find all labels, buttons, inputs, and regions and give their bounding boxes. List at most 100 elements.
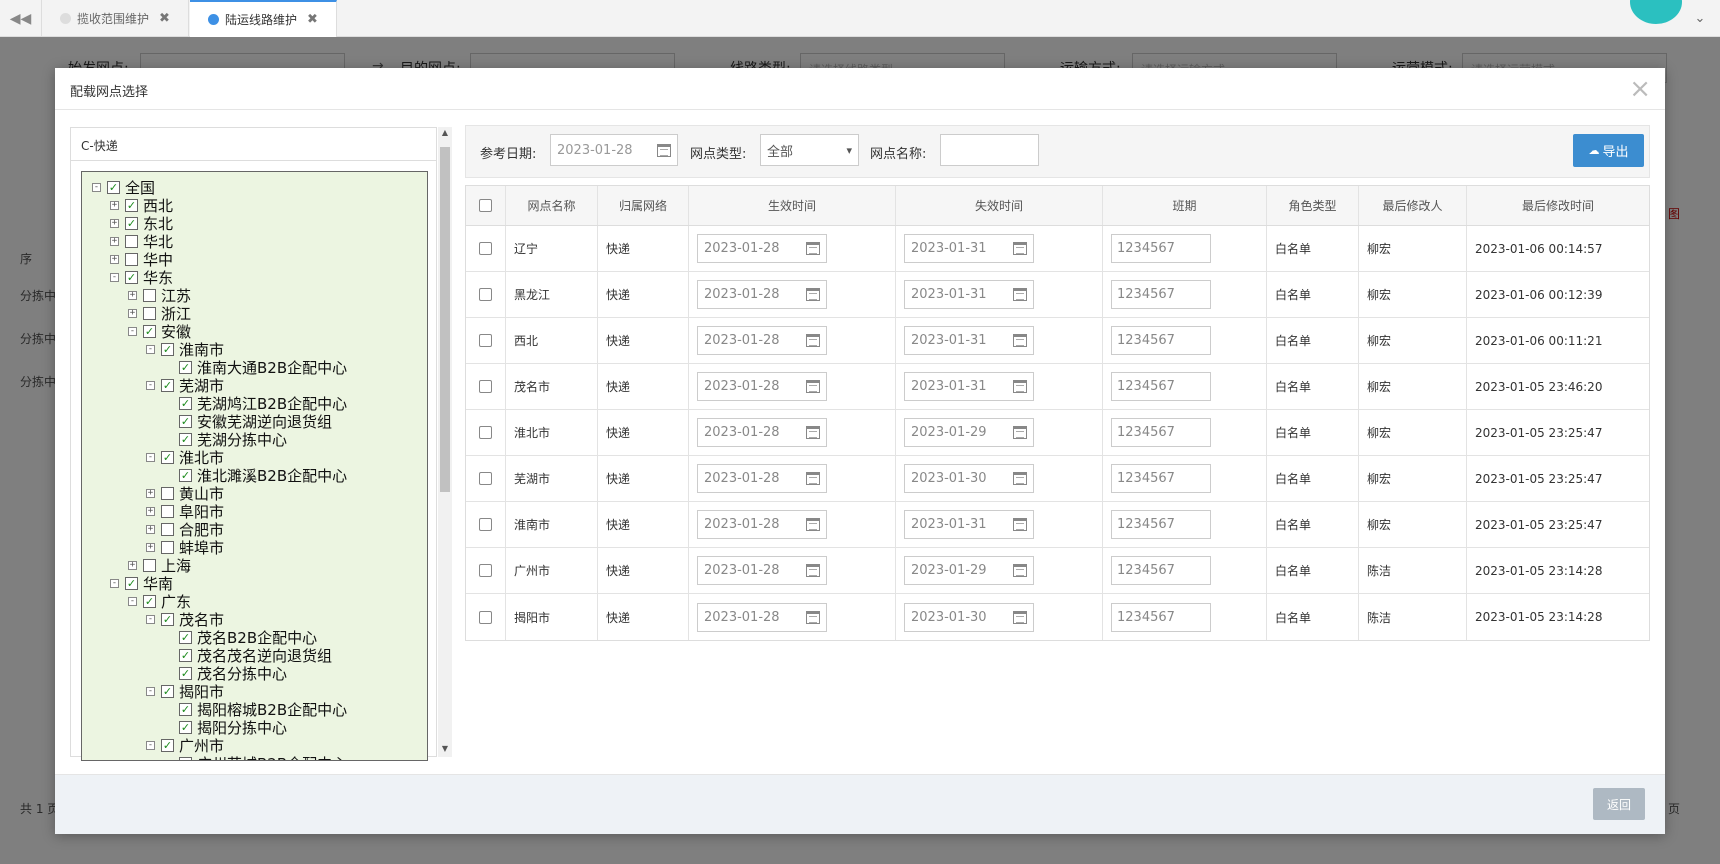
tree-node[interactable]: ✓ 淮北濉溪B2B企配中心 <box>164 466 347 485</box>
tree-node[interactable]: - ✓ 淮南市 <box>146 340 224 359</box>
row-checkbox[interactable] <box>479 564 492 577</box>
table-row[interactable]: 淮北市 快递 2023-01-28 2023-01-29 1234567 白名单 柳宏 202… <box>466 410 1649 456</box>
table-row[interactable]: 茂名市 快递 2023-01-28 2023-01-31 1234567 白名单 柳宏 202… <box>466 364 1649 410</box>
schedule-input[interactable]: 1234567 <box>1111 234 1211 263</box>
calendar-icon[interactable] <box>1013 288 1027 301</box>
tree-checkbox[interactable]: ✓ <box>125 198 138 212</box>
tree-node[interactable]: ✓ 芜湖分拣中心 <box>164 430 287 449</box>
tree-checkbox[interactable] <box>161 522 174 536</box>
collapse-icon[interactable]: - <box>146 344 155 354</box>
tree-node[interactable]: ✓ 茂名茂名逆向退货组 <box>164 646 332 665</box>
tree-node[interactable]: ✓ 淮南大通B2B企配中心 <box>164 358 347 377</box>
start-date-input[interactable]: 2023-01-28 <box>697 372 827 401</box>
schedule-input[interactable]: 1234567 <box>1111 372 1211 401</box>
tree-node[interactable]: + 合肥市 <box>146 520 224 539</box>
expand-icon[interactable]: + <box>146 506 155 516</box>
start-date-input[interactable]: 2023-01-28 <box>697 280 827 309</box>
tree-checkbox[interactable]: ✓ <box>143 324 156 338</box>
tree-checkbox[interactable]: ✓ <box>161 450 174 464</box>
tree-checkbox[interactable] <box>161 540 174 554</box>
tree-checkbox[interactable] <box>125 252 138 266</box>
table-row[interactable]: 西北 快递 2023-01-28 2023-01-31 1234567 白名单 柳宏 2023… <box>466 318 1649 364</box>
close-icon[interactable]: ✖ <box>159 11 170 26</box>
calendar-icon[interactable] <box>806 472 820 485</box>
tree-node[interactable]: - ✓ 安徽 <box>128 322 191 341</box>
collapse-icon[interactable]: - <box>146 614 155 624</box>
row-checkbox[interactable] <box>479 242 492 255</box>
tree-checkbox[interactable]: ✓ <box>179 432 192 446</box>
tree-checkbox[interactable]: ✓ <box>143 594 156 608</box>
expand-icon[interactable]: + <box>128 308 137 318</box>
close-icon[interactable]: × <box>1629 76 1651 102</box>
tree-node[interactable]: + 上海 <box>128 556 191 575</box>
tree-node[interactable]: - ✓ 芜湖市 <box>146 376 224 395</box>
tree-node[interactable]: ✓ 芜湖鸠江B2B企配中心 <box>164 394 347 413</box>
end-date-input[interactable]: 2023-01-29 <box>904 556 1034 585</box>
expand-icon[interactable]: + <box>110 218 119 228</box>
calendar-icon[interactable] <box>657 143 671 157</box>
row-checkbox[interactable] <box>479 380 492 393</box>
calendar-icon[interactable] <box>806 610 820 624</box>
calendar-icon[interactable] <box>1013 426 1027 439</box>
table-row[interactable]: 淮南市 快递 2023-01-28 2023-01-31 1234567 白名单 柳宏 202… <box>466 502 1649 548</box>
tree-checkbox[interactable]: ✓ <box>161 342 174 356</box>
expand-icon[interactable]: + <box>146 524 155 534</box>
calendar-icon[interactable] <box>1013 518 1027 531</box>
row-checkbox[interactable] <box>479 288 492 301</box>
tree-checkbox[interactable]: ✓ <box>161 738 174 752</box>
collapse-icon[interactable]: - <box>92 182 101 192</box>
table-row[interactable]: 黑龙江 快递 2023-01-28 2023-01-31 1234567 白名单 柳宏 202… <box>466 272 1649 318</box>
row-checkbox[interactable] <box>479 518 492 531</box>
collapse-icon[interactable]: - <box>146 740 155 750</box>
tree-checkbox[interactable]: ✓ <box>179 702 192 716</box>
tree-scrollbar[interactable]: ▲ ▼ <box>438 127 452 757</box>
table-row[interactable]: 辽宁 快递 2023-01-28 2023-01-31 1234567 白名单 柳宏 2023… <box>466 226 1649 272</box>
expand-icon[interactable]: + <box>128 560 137 570</box>
end-date-input[interactable]: 2023-01-31 <box>904 234 1034 263</box>
expand-icon[interactable]: + <box>128 290 137 300</box>
tab-dropdown-button[interactable]: ⌄ <box>1680 0 1720 37</box>
tree-checkbox[interactable] <box>125 234 138 248</box>
tab-scroll-left-button[interactable]: ◀◀ <box>0 0 42 37</box>
row-checkbox[interactable] <box>479 426 492 439</box>
expand-icon[interactable]: + <box>146 542 155 552</box>
tree-node[interactable]: - ✓ 华东 <box>110 268 173 287</box>
tree-checkbox[interactable]: ✓ <box>161 378 174 392</box>
collapse-icon[interactable]: - <box>110 578 119 588</box>
schedule-input[interactable]: 1234567 <box>1111 510 1211 539</box>
row-checkbox[interactable] <box>479 610 492 624</box>
table-row[interactable]: 揭阳市 快递 2023-01-28 2023-01-30 1234567 白名单 陈洁 202… <box>466 594 1649 640</box>
tree-node[interactable]: - ✓ 揭阳市 <box>146 682 224 701</box>
tree-checkbox[interactable] <box>143 288 156 302</box>
tree-node[interactable]: + 华北 <box>110 232 173 251</box>
end-date-input[interactable]: 2023-01-31 <box>904 280 1034 309</box>
tree-node[interactable]: ✓ 广州花城B2B企配中心 <box>164 754 347 760</box>
start-date-input[interactable]: 2023-01-28 <box>697 556 827 585</box>
row-checkbox[interactable] <box>479 334 492 347</box>
chat-bubble-icon[interactable] <box>1630 0 1682 24</box>
tree-checkbox[interactable]: ✓ <box>179 756 192 760</box>
tree-node[interactable]: - ✓ 茂名市 <box>146 610 224 629</box>
schedule-input[interactable]: 1234567 <box>1111 556 1211 585</box>
tree-checkbox[interactable]: ✓ <box>179 360 192 374</box>
tree-node[interactable]: - ✓ 广东 <box>128 592 191 611</box>
tree-node[interactable]: ✓ 安徽芜湖逆向退货组 <box>164 412 332 431</box>
calendar-icon[interactable] <box>1013 380 1027 393</box>
schedule-input[interactable]: 1234567 <box>1111 418 1211 447</box>
tree-node[interactable]: - ✓ 华南 <box>110 574 173 593</box>
tree-node[interactable]: + 蚌埠市 <box>146 538 224 557</box>
calendar-icon[interactable] <box>1013 334 1027 347</box>
calendar-icon[interactable] <box>1013 610 1027 624</box>
expand-icon[interactable]: + <box>146 488 155 498</box>
row-checkbox[interactable] <box>479 472 492 485</box>
tree-checkbox[interactable]: ✓ <box>161 612 174 626</box>
tree-checkbox[interactable]: ✓ <box>179 630 192 644</box>
tree-node[interactable]: + 黄山市 <box>146 484 224 503</box>
collapse-icon[interactable]: - <box>146 380 155 390</box>
tab-pickup-range[interactable]: 揽收范围维护 ✖ <box>42 0 189 37</box>
start-date-input[interactable]: 2023-01-28 <box>697 602 827 632</box>
calendar-icon[interactable] <box>806 380 820 393</box>
end-date-input[interactable]: 2023-01-29 <box>904 418 1034 447</box>
schedule-input[interactable]: 1234567 <box>1111 326 1211 355</box>
tree-checkbox[interactable] <box>161 504 174 518</box>
